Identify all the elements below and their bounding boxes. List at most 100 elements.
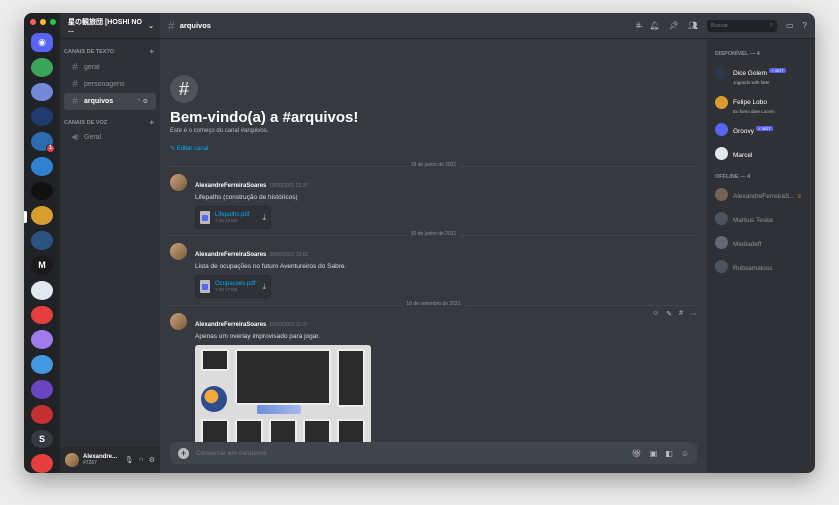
overlay-slot: [201, 349, 229, 371]
chat-area: # Bem-vindo(a) a #arquivos! Este é o com…: [160, 39, 707, 473]
member-item[interactable]: Felipe Lobo Eu fumo dare Lucem: [713, 91, 809, 114]
member-name: Markus Teske: [733, 217, 773, 224]
server-icon-10[interactable]: [31, 280, 53, 300]
date-divider: 18 de junho de 2021: [170, 162, 697, 168]
server-icon-3[interactable]: [31, 107, 53, 127]
download-icon[interactable]: ⤓: [262, 282, 266, 292]
server-icon-13[interactable]: [31, 355, 53, 374]
avatar[interactable]: [170, 243, 187, 260]
avatar: [715, 187, 728, 201]
download-icon[interactable]: ⤓: [262, 213, 266, 223]
gear-icon[interactable]: ⚙: [143, 99, 150, 105]
channel-hash-icon: #: [170, 75, 198, 103]
message-text: Apenas um overlay improvisado para jogar…: [195, 333, 321, 340]
server-icon-17[interactable]: [31, 454, 53, 473]
server-icon-14[interactable]: [31, 379, 53, 399]
channel-personagens[interactable]: # personagens: [64, 76, 156, 93]
member-item[interactable]: Marcel: [713, 144, 809, 162]
member-item[interactable]: Groovy ✓ BOT: [713, 120, 809, 138]
member-item[interactable]: Rubsamaloss: [713, 257, 809, 275]
close-window-button[interactable]: [30, 19, 36, 25]
user-discriminator: #7267: [83, 460, 97, 467]
message-author[interactable]: AlexandreFerreiraSoares: [195, 322, 266, 328]
thread-icon[interactable]: #: [679, 310, 683, 318]
inbox-icon[interactable]: ▭: [786, 21, 794, 30]
server-icon-8[interactable]: [31, 231, 53, 251]
message: AlexandreFerreiraSoares 16/09/2021 11:07 …: [170, 313, 371, 447]
member-item[interactable]: Dice Golem ✓ BOT Jogando with fate!: [713, 62, 809, 85]
server-icon-7[interactable]: [24, 206, 53, 226]
gift-icon[interactable]: 🎁︎: [632, 449, 642, 458]
category-text[interactable]: CANAIS DE TEXTO +: [60, 39, 160, 59]
chevron-down-icon: ⌄: [148, 22, 154, 30]
attach-plus-icon[interactable]: +: [178, 447, 189, 459]
member-name: Mediadeff: [733, 241, 762, 248]
channel-label: Geral: [84, 133, 102, 141]
edit-channel-link[interactable]: ✎ Editar canal: [170, 145, 208, 152]
server-icon-11[interactable]: [31, 305, 53, 325]
channel-topbar: # arquivos #̶ 🔔︎ 📌︎ 👥︎ Buscar ⌕ ▭ ?: [160, 13, 815, 39]
maximize-window-button[interactable]: [50, 19, 56, 25]
voice-channel-geral[interactable]: ◀) Geral: [64, 130, 156, 144]
sticker-icon[interactable]: ◧: [665, 449, 673, 458]
hash-icon: #: [72, 96, 78, 107]
user-panel: Alexandre... #7267 🎙︎ ∩ ⚙: [60, 447, 160, 473]
date-divider-label: 16 de setembro de 2021: [402, 301, 465, 307]
bell-icon[interactable]: 🔔︎: [650, 21, 660, 30]
server-icon-2[interactable]: [31, 82, 53, 102]
server-icon-15[interactable]: [31, 404, 53, 424]
add-channel-icon[interactable]: +: [149, 118, 154, 127]
search-placeholder: Buscar: [710, 22, 729, 29]
channel-arquivos[interactable]: # arquivos ⁺⚙: [64, 93, 156, 110]
overlay-image[interactable]: [195, 345, 371, 447]
message-author[interactable]: AlexandreFerreiraSoares: [195, 252, 266, 258]
avatar[interactable]: [65, 453, 79, 467]
gear-icon[interactable]: ⚙: [149, 456, 155, 464]
server-icon-1[interactable]: [31, 57, 53, 77]
server-icon-5[interactable]: [31, 156, 53, 176]
help-icon[interactable]: ?: [803, 21, 807, 30]
guild-header[interactable]: 星の観旅団 [HOSHI NO ... ⌄: [60, 13, 160, 39]
message-author[interactable]: AlexandreFerreiraSoares: [195, 183, 266, 189]
threads-icon[interactable]: #̶: [636, 21, 640, 30]
avatar[interactable]: [170, 174, 187, 191]
server-icon-9[interactable]: M: [31, 256, 53, 275]
avatar[interactable]: [170, 313, 187, 330]
search-icon: ⌕: [769, 22, 773, 28]
member-item[interactable]: Markus Teske: [713, 209, 809, 227]
member-item[interactable]: AlexandreFerreiraS... ♛: [713, 185, 809, 203]
date-divider: 16 de setembro de 2021: [170, 301, 697, 307]
file-attachment: Lifepaths.pdf 7.15 18 KB ⤓: [195, 206, 271, 229]
message: AlexandreFerreiraSoares 30/06/2021 19:01 …: [170, 243, 346, 298]
server-icon-12[interactable]: [31, 330, 53, 350]
server-rail: ◉ 1 M S: [24, 13, 60, 473]
add-reaction-icon[interactable]: ☺: [652, 310, 659, 318]
avatar: [715, 67, 728, 80]
message-timestamp: 30/06/2021 19:01: [269, 252, 309, 258]
channel-geral[interactable]: # geral: [64, 59, 156, 76]
message-composer[interactable]: + Conversar em #arquivos 🎁︎ ▣ ◧ ☺: [170, 442, 697, 464]
search-input[interactable]: Buscar ⌕: [706, 19, 777, 32]
member-name: Felipe Lobo: [733, 99, 767, 106]
server-icon-6[interactable]: [31, 181, 53, 201]
minimize-window-button[interactable]: [40, 19, 46, 25]
more-icon[interactable]: ⋯: [690, 310, 697, 318]
discord-home-icon[interactable]: ◉: [31, 33, 53, 52]
microphone-icon[interactable]: 🎙︎: [125, 456, 134, 464]
file-attachment: Ocupacoes.pdf 7.08 17 KB ⤓: [195, 275, 271, 298]
add-channel-icon[interactable]: +: [149, 47, 154, 56]
category-voice[interactable]: CANAIS DE VOZ +: [60, 110, 160, 130]
edit-channel-label: Editar canal: [176, 146, 209, 152]
emoji-icon[interactable]: ☺: [681, 449, 689, 458]
server-icon-4[interactable]: 1: [31, 132, 55, 153]
message-text: Lifepaths (construção de históricos): [195, 194, 298, 201]
gif-icon[interactable]: ▣: [650, 449, 658, 458]
members-icon[interactable]: 👥︎: [688, 21, 698, 30]
edit-icon[interactable]: ✎: [666, 310, 672, 318]
pin-icon[interactable]: 📌︎: [669, 21, 679, 30]
active-server-indicator: [24, 211, 27, 224]
headphones-icon[interactable]: ∩: [139, 456, 144, 464]
member-activity: Eu fumo dare Lucem: [733, 109, 775, 114]
member-item[interactable]: Mediadeff: [713, 233, 809, 251]
server-icon-16[interactable]: S: [31, 429, 53, 449]
